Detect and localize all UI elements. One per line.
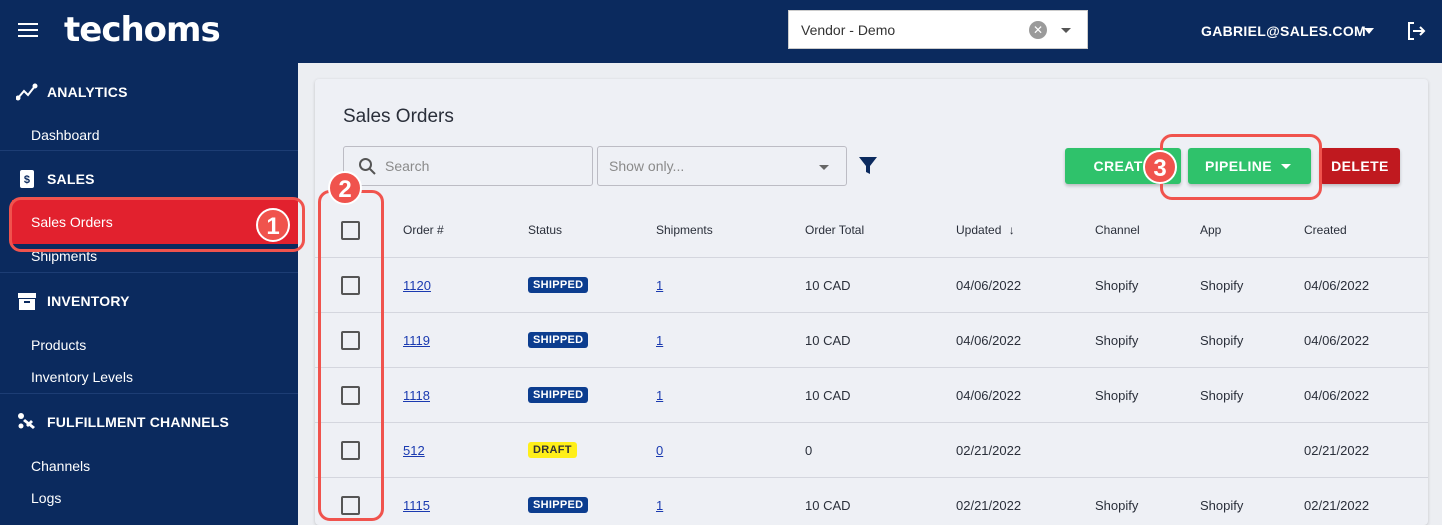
status-badge: SHIPPED (528, 387, 589, 403)
app: Shopify (1200, 278, 1244, 293)
divider (315, 477, 1428, 478)
logout-icon[interactable] (1404, 19, 1428, 43)
updated-date: 04/06/2022 (956, 278, 1022, 293)
created-date: 02/21/2022 (1304, 443, 1370, 458)
menu-icon[interactable] (18, 23, 38, 39)
vendor-select-value: Vendor - Demo (801, 22, 896, 38)
delete-button[interactable]: DELETE (1320, 148, 1400, 184)
divider (315, 367, 1428, 368)
annotation-marker-1: 1 (256, 208, 290, 242)
search-placeholder: Search (385, 158, 430, 174)
status-badge: SHIPPED (528, 277, 589, 293)
updated-date: 02/21/2022 (956, 443, 1022, 458)
updated-date: 04/06/2022 (956, 388, 1022, 403)
status-badge: DRAFT (528, 442, 577, 458)
vendor-select[interactable]: Vendor - Demo ✕ (788, 10, 1088, 49)
channel: Shopify (1095, 498, 1139, 513)
status-badge: SHIPPED (528, 332, 589, 348)
column-header-created[interactable]: Created (1304, 223, 1347, 237)
sidebar-section-fulfillment: FULFILLMENT CHANNELS (16, 411, 229, 433)
show-only-select[interactable]: Show only... (597, 146, 847, 186)
analytics-icon (16, 83, 38, 101)
shipments-link[interactable]: 1 (656, 333, 663, 348)
sidebar-item-logs[interactable]: Logs (31, 490, 61, 506)
user-menu[interactable]: GABRIEL@SALES.COM (1201, 23, 1366, 39)
created-date: 04/06/2022 (1304, 388, 1370, 403)
sort-arrow-icon: ↓ (1008, 223, 1015, 237)
shipments-link[interactable]: 1 (656, 388, 663, 403)
order-link[interactable]: 1118 (403, 388, 430, 403)
annotation-marker-3: 3 (1143, 150, 1177, 184)
order-link[interactable]: 512 (403, 443, 425, 458)
sidebar-item-inventory-levels[interactable]: Inventory Levels (31, 369, 133, 385)
divider (315, 257, 1428, 258)
dollar-doc-icon: $ (20, 170, 34, 188)
annotation-box-pipeline (1160, 134, 1322, 200)
order-total: 10 CAD (805, 498, 851, 513)
order-total: 10 CAD (805, 388, 851, 403)
divider (0, 150, 298, 151)
created-date: 04/06/2022 (1304, 278, 1370, 293)
shipments-link[interactable]: 1 (656, 278, 663, 293)
annotation-marker-2: 2 (328, 171, 362, 205)
user-menu-caret-icon[interactable] (1364, 28, 1374, 34)
channels-icon (18, 413, 35, 429)
chevron-down-icon (819, 165, 829, 170)
shipments-link[interactable]: 1 (656, 498, 663, 513)
column-header-order[interactable]: Order # (403, 223, 444, 237)
sidebar-item-channels[interactable]: Channels (31, 458, 90, 474)
order-total: 0 (805, 443, 813, 458)
created-date: 02/21/2022 (1304, 498, 1370, 513)
sidebar-item-products[interactable]: Products (31, 337, 86, 353)
column-header-shipments[interactable]: Shipments (656, 223, 713, 237)
order-link[interactable]: 1115 (403, 498, 430, 513)
sidebar-item-dashboard[interactable]: Dashboard (31, 127, 100, 143)
order-link[interactable]: 1120 (403, 278, 431, 293)
sidebar: ANALYTICS Dashboard $ SALES Shipments Sa… (0, 63, 298, 525)
divider (0, 393, 298, 394)
created-date: 04/06/2022 (1304, 333, 1370, 348)
search-input[interactable]: Search (343, 146, 593, 186)
chevron-down-icon[interactable] (1061, 28, 1071, 33)
app: Shopify (1200, 498, 1244, 513)
archive-box-icon (18, 293, 36, 310)
svg-text:$: $ (24, 174, 30, 186)
app: Shopify (1200, 388, 1244, 403)
page-title: Sales Orders (343, 106, 454, 127)
order-link[interactable]: 1119 (403, 333, 430, 348)
shipments-link[interactable]: 0 (656, 443, 663, 458)
updated-date: 04/06/2022 (956, 333, 1022, 348)
status-badge: SHIPPED (528, 497, 589, 513)
divider (0, 272, 298, 273)
column-header-updated[interactable]: Updated ↓ (956, 223, 1015, 237)
column-header-channel[interactable]: Channel (1095, 223, 1140, 237)
channel: Shopify (1095, 278, 1139, 293)
show-only-placeholder: Show only... (609, 158, 685, 174)
filter-icon[interactable] (859, 156, 877, 176)
annotation-box-checkboxes (318, 190, 384, 521)
channel: Shopify (1095, 388, 1139, 403)
sidebar-section-analytics: ANALYTICS (16, 81, 128, 103)
order-total: 10 CAD (805, 278, 851, 293)
column-header-status[interactable]: Status (528, 223, 562, 237)
divider (315, 312, 1428, 313)
top-bar: techoms Vendor - Demo ✕ GABRIEL@SALES.CO… (0, 0, 1442, 63)
column-header-order-total[interactable]: Order Total (805, 223, 864, 237)
sidebar-section-sales: $ SALES (16, 168, 95, 190)
channel: Shopify (1095, 333, 1139, 348)
divider (315, 422, 1428, 423)
sidebar-section-inventory: INVENTORY (16, 290, 130, 312)
search-icon (359, 158, 376, 175)
updated-date: 02/21/2022 (956, 498, 1022, 513)
order-total: 10 CAD (805, 333, 851, 348)
clear-icon[interactable]: ✕ (1029, 21, 1047, 39)
column-header-app[interactable]: App (1200, 223, 1221, 237)
app-logo: techoms (64, 10, 221, 50)
app: Shopify (1200, 333, 1244, 348)
